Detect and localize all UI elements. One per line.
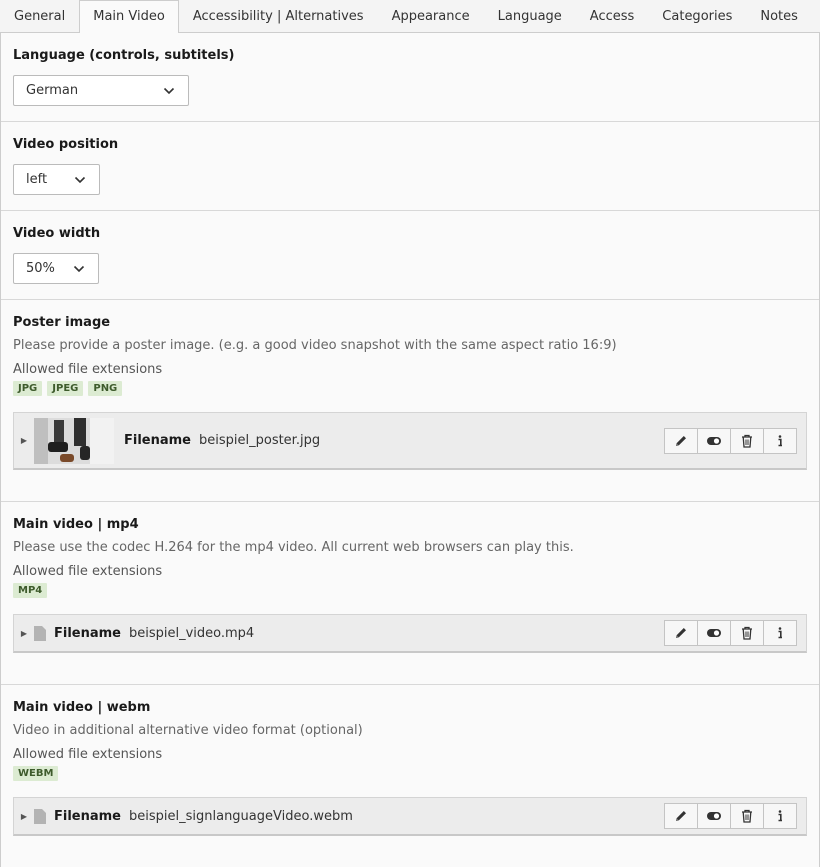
language-label: Language (controls, subtitels) — [13, 48, 235, 63]
extension-badge: JPG — [13, 381, 43, 396]
trash-icon — [742, 809, 752, 823]
chevron-down-icon — [74, 176, 86, 183]
language-select-value: German — [26, 83, 79, 98]
mp4-label: Main video | mp4 — [13, 517, 139, 532]
poster-description: Please provide a poster image. (e.g. a g… — [13, 338, 617, 353]
toggle-icon — [707, 812, 721, 820]
tab-access[interactable]: Access — [576, 0, 649, 32]
filename-label: Filename — [124, 433, 191, 448]
expand-caret-icon[interactable]: ▶ — [14, 436, 34, 445]
filename-value: beispiel_poster.jpg — [199, 433, 321, 448]
edit-button[interactable] — [664, 803, 698, 829]
expand-caret-icon[interactable]: ▶ — [14, 812, 34, 821]
edit-button[interactable] — [664, 620, 698, 646]
tab-accessibility[interactable]: Accessibility | Alternatives — [179, 0, 378, 32]
mp4-file-row: ▶ Filename beispiel_video.mp4 — [13, 614, 807, 653]
pencil-icon — [676, 811, 686, 821]
position-label: Video position — [13, 137, 119, 152]
expand-caret-icon[interactable]: ▶ — [14, 629, 34, 638]
extension-badge: WEBM — [13, 766, 59, 781]
tab-categories[interactable]: Categories — [648, 0, 746, 32]
tab-bar: General Main Video Accessibility | Alter… — [0, 0, 820, 33]
trash-icon — [742, 434, 752, 448]
poster-extensions: JPG JPEG PNG — [13, 381, 807, 396]
chevron-down-icon — [73, 265, 85, 272]
toggle-visibility-button[interactable] — [697, 427, 731, 454]
info-button[interactable] — [763, 803, 797, 829]
poster-file-row: ▶ Filename beispiel_poster.jpg — [13, 412, 807, 470]
info-button[interactable] — [763, 427, 797, 454]
mp4-description: Please use the codec H.264 for the mp4 v… — [13, 540, 574, 555]
width-label: Video width — [13, 226, 101, 241]
file-icon — [34, 625, 46, 641]
width-select-value: 50% — [26, 261, 55, 276]
position-section: Video position left — [1, 122, 819, 211]
filename-value: beispiel_video.mp4 — [129, 625, 255, 641]
delete-button[interactable] — [730, 803, 764, 829]
mp4-section: Main video | mp4 Please use the codec H.… — [1, 502, 819, 685]
webm-section: Main video | webm Video in additional al… — [1, 685, 819, 867]
file-icon — [34, 808, 46, 824]
position-select[interactable]: left — [13, 164, 100, 195]
filename-label: Filename — [54, 625, 121, 641]
tab-notes[interactable]: Notes — [746, 0, 812, 32]
poster-thumbnail — [34, 417, 114, 464]
mp4-extensions: MP4 — [13, 583, 807, 598]
file-actions — [664, 803, 797, 829]
language-select[interactable]: German — [13, 75, 189, 106]
info-icon — [778, 627, 782, 639]
extension-badge: JPEG — [47, 381, 84, 396]
webm-file-row: ▶ Filename beispiel_signlanguageVideo.we… — [13, 797, 807, 836]
webm-description: Video in additional alternative video fo… — [13, 723, 363, 738]
toggle-visibility-button[interactable] — [697, 803, 731, 829]
extension-badge: MP4 — [13, 583, 48, 598]
width-select[interactable]: 50% — [13, 253, 99, 284]
extension-badge: PNG — [88, 381, 123, 396]
webm-extensions: WEBM — [13, 766, 807, 781]
edit-button[interactable] — [664, 427, 698, 454]
pencil-icon — [676, 435, 686, 446]
info-icon — [778, 434, 782, 446]
language-section: Language (controls, subtitels) German — [1, 33, 819, 122]
trash-icon — [742, 626, 752, 640]
poster-allowed-label: Allowed file extensions — [13, 362, 163, 377]
pencil-icon — [676, 628, 686, 638]
delete-button[interactable] — [730, 620, 764, 646]
tab-main-video[interactable]: Main Video — [79, 0, 179, 33]
filename-value: beispiel_signlanguageVideo.webm — [129, 808, 353, 824]
width-section: Video width 50% — [1, 211, 819, 300]
toggle-icon — [707, 436, 721, 445]
poster-section: Poster image Please provide a poster ima… — [1, 300, 819, 502]
filename-label: Filename — [54, 808, 121, 824]
poster-label: Poster image — [13, 315, 111, 330]
chevron-down-icon — [163, 87, 175, 94]
tab-content: Language (controls, subtitels) German Vi… — [0, 33, 820, 867]
tab-language[interactable]: Language — [484, 0, 576, 32]
info-button[interactable] — [763, 620, 797, 646]
toggle-visibility-button[interactable] — [697, 620, 731, 646]
position-select-value: left — [26, 172, 48, 187]
mp4-allowed-label: Allowed file extensions — [13, 564, 163, 579]
webm-allowed-label: Allowed file extensions — [13, 747, 163, 762]
file-actions — [664, 427, 797, 454]
tab-appearance[interactable]: Appearance — [378, 0, 484, 32]
delete-button[interactable] — [730, 427, 764, 454]
poster-thumbnail-image — [34, 417, 114, 464]
toggle-icon — [707, 629, 721, 637]
webm-label: Main video | webm — [13, 700, 151, 715]
file-actions — [664, 620, 797, 646]
tab-general[interactable]: General — [0, 0, 79, 32]
info-icon — [778, 810, 782, 822]
